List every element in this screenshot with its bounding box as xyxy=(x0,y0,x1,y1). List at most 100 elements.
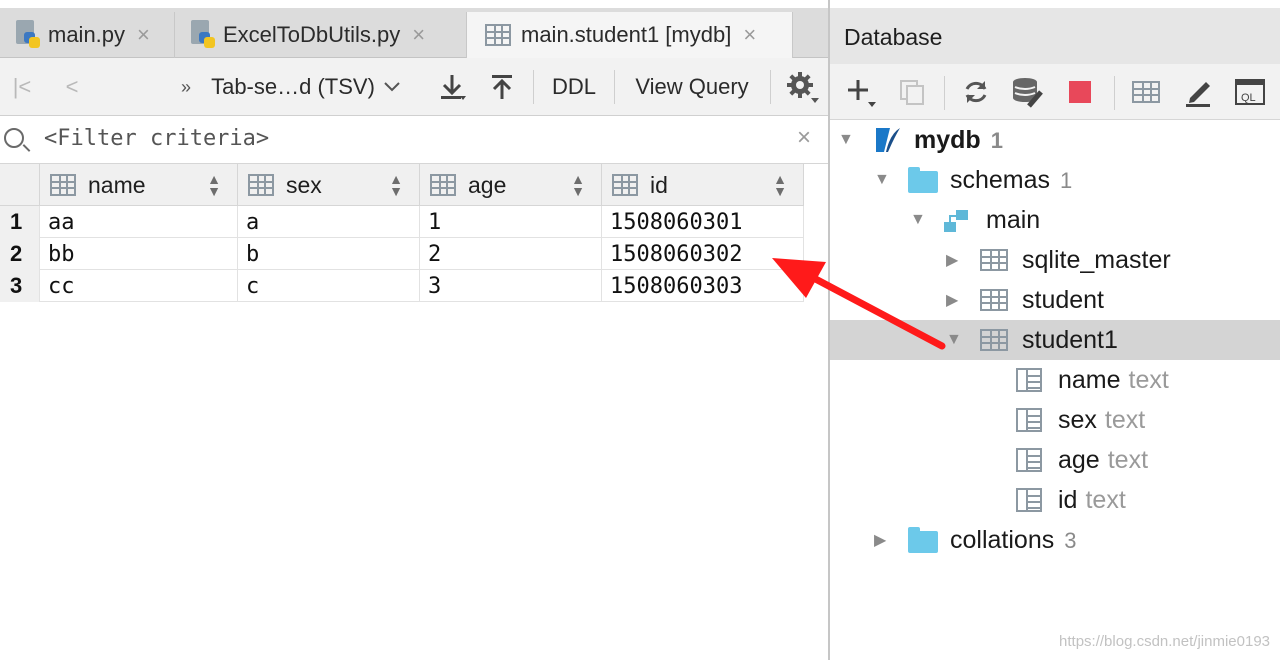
tree-node-column-label: age text xyxy=(1058,446,1148,475)
export-format-dropdown[interactable]: Tab-se…d (TSV) xyxy=(206,58,406,116)
close-icon[interactable]: × xyxy=(137,22,150,48)
duplicate-icon[interactable] xyxy=(894,74,930,110)
row-number: 3 xyxy=(0,270,40,302)
column-header-age[interactable]: age ▲ ▼ xyxy=(420,164,602,206)
toolbar-separator xyxy=(614,70,615,104)
tree-node-count: 3 xyxy=(1064,527,1077,553)
table-icon xyxy=(980,289,1008,311)
expanded-triangle-icon[interactable]: ▼ xyxy=(946,331,962,349)
table-cell[interactable]: 1508060302 xyxy=(602,238,804,270)
tree-node-student[interactable]: ▶ student xyxy=(830,280,1280,320)
table-cell[interactable]: 2 xyxy=(420,238,602,270)
sort-icon[interactable]: ▲ ▼ xyxy=(571,172,585,198)
refresh-icon[interactable] xyxy=(958,74,994,110)
tree-node-column-age[interactable]: age text xyxy=(830,440,1280,480)
tree-node-count: 1 xyxy=(1060,167,1073,193)
previous-page-icon[interactable]: < xyxy=(56,58,88,116)
tree-node-count: 1 xyxy=(990,127,1003,153)
table-icon xyxy=(485,24,511,46)
sort-icon[interactable]: ▲ ▼ xyxy=(773,172,787,198)
table-cell[interactable]: 1 xyxy=(420,206,602,238)
ddl-button[interactable]: DDL xyxy=(540,58,608,116)
table-cell[interactable]: b xyxy=(238,238,420,270)
toolbar-separator xyxy=(533,70,534,104)
collapsed-triangle-icon[interactable]: ▶ xyxy=(946,290,958,310)
table-cell[interactable]: bb xyxy=(40,238,238,270)
tree-node-collations[interactable]: ▶ collations 3 xyxy=(830,520,1280,560)
tab-main-student1[interactable]: main.student1 [mydb] × xyxy=(467,12,793,58)
tree-node-sqlite-master[interactable]: ▶ sqlite_master xyxy=(830,240,1280,280)
view-query-button[interactable]: View Query xyxy=(622,58,762,116)
sort-icon[interactable]: ▲ ▼ xyxy=(389,172,403,198)
database-panel-title: Database xyxy=(830,8,1280,64)
tree-node-student1[interactable]: ▼ student1 xyxy=(830,320,1280,360)
expanded-triangle-icon[interactable]: ▼ xyxy=(910,211,926,229)
tree-node-schemas[interactable]: ▼ schemas 1 xyxy=(830,160,1280,200)
watermark: https://blog.csdn.net/jinmie0193 xyxy=(1059,633,1270,650)
column-header-name[interactable]: name ▲ ▼ xyxy=(40,164,238,206)
column-name: id xyxy=(1058,485,1078,514)
expanded-triangle-icon[interactable]: ▼ xyxy=(838,131,854,149)
add-icon[interactable] xyxy=(842,74,878,110)
expanded-triangle-icon[interactable]: ▼ xyxy=(874,171,890,189)
column-header-label: id xyxy=(650,171,668,198)
table-cell[interactable]: cc xyxy=(40,270,238,302)
table-icon xyxy=(980,329,1008,351)
tree-node-label: mydb xyxy=(914,125,981,154)
collapsed-triangle-icon[interactable]: ▶ xyxy=(946,250,958,270)
table-row[interactable]: 3 cc c 3 1508060303 xyxy=(0,270,804,302)
results-toolbar: |< < » Tab-se…d (TSV) DDL View Query xyxy=(0,58,828,116)
column-name: name xyxy=(1058,365,1121,394)
row-number: 2 xyxy=(0,238,40,270)
first-page-icon[interactable]: |< xyxy=(6,58,38,116)
more-icon[interactable]: » xyxy=(174,58,198,116)
clear-filter-icon[interactable]: × xyxy=(797,124,811,152)
toolbar-separator xyxy=(944,76,945,110)
edit-icon[interactable] xyxy=(1180,74,1216,110)
tree-node-column-label: name text xyxy=(1058,366,1169,395)
table-cell[interactable]: 1508060301 xyxy=(602,206,804,238)
gear-icon[interactable] xyxy=(780,58,824,116)
chevron-down-icon xyxy=(384,82,400,92)
column-type: text xyxy=(1107,445,1149,474)
tree-node-column-sex[interactable]: sex text xyxy=(830,400,1280,440)
svg-text:QL: QL xyxy=(1241,92,1256,104)
editor-pane: main.py × ExcelToDbUtils.py × main.stude… xyxy=(0,0,828,660)
stop-icon[interactable] xyxy=(1062,74,1098,110)
tree-node-column-name[interactable]: name text xyxy=(830,360,1280,400)
tree-node-column-label: id text xyxy=(1058,486,1126,515)
table-cell[interactable]: a xyxy=(238,206,420,238)
table-editor-icon[interactable] xyxy=(1128,74,1164,110)
tree-node-main[interactable]: ▼ main xyxy=(830,200,1280,240)
tab-exceltodbutils-py[interactable]: ExcelToDbUtils.py × xyxy=(175,12,467,58)
tree-node-schemas-label: schemas 1 xyxy=(950,166,1072,195)
upload-icon[interactable] xyxy=(482,58,522,116)
tree-node-mydb[interactable]: ▼ mydb 1 xyxy=(830,120,1280,160)
table-cell[interactable]: c xyxy=(238,270,420,302)
filter-input[interactable]: <Filter criteria> xyxy=(44,126,269,151)
column-header-label: name xyxy=(88,171,146,198)
editor-tab-bar: main.py × ExcelToDbUtils.py × main.stude… xyxy=(0,8,828,58)
tree-node-root-label: mydb 1 xyxy=(914,126,1003,155)
python-file-icon xyxy=(189,20,217,50)
download-icon[interactable] xyxy=(432,58,472,116)
table-row[interactable]: 1 aa a 1 1508060301 xyxy=(0,206,804,238)
column-header-sex[interactable]: sex ▲ ▼ xyxy=(238,164,420,206)
sql-console-icon[interactable]: QL xyxy=(1232,74,1268,110)
column-name: sex xyxy=(1058,405,1097,434)
tab-main-py[interactable]: main.py × xyxy=(0,12,175,58)
column-type: text xyxy=(1085,485,1126,514)
table-cell[interactable]: 1508060303 xyxy=(602,270,804,302)
column-header-id[interactable]: id ▲ ▼ xyxy=(602,164,804,206)
database-toolbar: QL xyxy=(830,64,1280,120)
close-icon[interactable]: × xyxy=(743,22,756,48)
tree-node-column-id[interactable]: id text xyxy=(830,480,1280,520)
collapsed-triangle-icon[interactable]: ▶ xyxy=(874,530,886,550)
table-cell[interactable]: aa xyxy=(40,206,238,238)
table-row[interactable]: 2 bb b 2 1508060302 xyxy=(0,238,804,270)
sort-icon[interactable]: ▲ ▼ xyxy=(207,172,221,198)
close-icon[interactable]: × xyxy=(412,22,425,48)
table-cell[interactable]: 3 xyxy=(420,270,602,302)
column-icon xyxy=(1016,448,1042,472)
data-source-properties-icon[interactable] xyxy=(1010,74,1046,110)
